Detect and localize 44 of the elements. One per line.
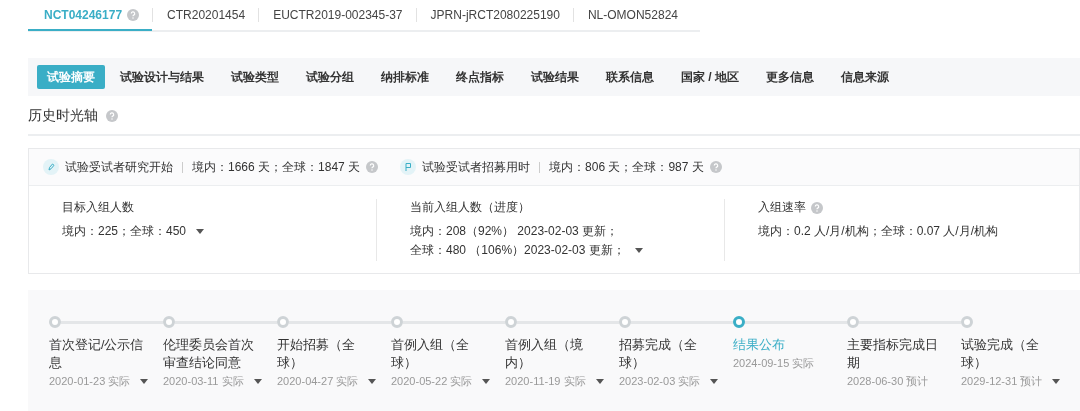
event-date: 2024-09-15 实际	[733, 356, 815, 371]
event-title: 试验完成（全球）	[961, 337, 1040, 372]
event-date: 2020-11-19 实际	[505, 374, 586, 389]
event-title: 首次登记/公示信息	[49, 337, 145, 372]
section-tab[interactable]: 纳排标准	[369, 65, 441, 89]
event-title: 结果公布	[733, 337, 786, 354]
event-date: 2020-05-22 实际	[391, 374, 473, 389]
section-tab[interactable]: 试验类型	[219, 65, 291, 89]
section-tab[interactable]: 信息来源	[829, 65, 901, 89]
metric-value: 境内：0.2 人/月/机构；全球：0.07 人/月/机构	[758, 223, 999, 240]
section-tab[interactable]: 试验设计与结果	[108, 65, 216, 89]
section-tab[interactable]: 试验分组	[294, 65, 366, 89]
registry-tab[interactable]: JPRN-jRCT2080225190	[416, 1, 573, 31]
duration-label: 试验受试者研究开始	[65, 158, 173, 176]
metric-value: 境内：225；全球：450	[62, 223, 187, 240]
event-date: 2020-03-11 实际	[163, 374, 244, 389]
event-date: 2029-12-31 预计	[961, 374, 1043, 389]
registry-tab[interactable]: EUCTR2019-002345-37	[259, 1, 416, 31]
registry-tab[interactable]: NL-OMON52824	[573, 1, 691, 31]
section-title: 历史时光轴	[28, 107, 98, 125]
event-title: 首例入组（全球）	[391, 337, 470, 372]
duration-label: 试验受试者招募用时	[422, 158, 531, 176]
section-tab[interactable]: 更多信息	[754, 65, 826, 89]
event-title: 主要指标完成日期	[847, 337, 939, 372]
metric-title: 目标入组人数	[62, 199, 134, 216]
section-tab[interactable]: 试验结果	[519, 65, 591, 89]
section-tab[interactable]: 国家 / 地区	[669, 65, 751, 89]
section-tab[interactable]: 联系信息	[594, 65, 666, 89]
duration-value: 境内：806 天；全球：987 天	[549, 158, 704, 176]
event-date: 2020-04-27 实际	[277, 374, 359, 389]
event-date: 2028-06-30 预计	[847, 374, 929, 389]
event-title: 伦理委员会首次审查结论同意	[163, 337, 255, 372]
metric-title: 入组速率	[758, 199, 806, 216]
event-title: 招募完成（全球）	[619, 337, 698, 372]
duration-value: 境内：1666 天；全球：1847 天	[192, 158, 361, 176]
event-title: 开始招募（全球）	[277, 337, 356, 372]
event-title: 首例入组（境内）	[505, 337, 584, 372]
event-date: 2023-02-03 实际	[619, 374, 701, 389]
metric-title: 当前入组人数（进度）	[410, 199, 530, 216]
registry-tab[interactable]: CTR20201454	[153, 1, 259, 31]
section-tab[interactable]: 终点指标	[444, 65, 516, 89]
metric-value: 境内：208（92%） 2023-02-03 更新；	[410, 223, 619, 240]
metric-value: 全球：480 （106%）2023-02-03 更新；	[410, 242, 625, 259]
event-date: 2020-01-23 实际	[49, 374, 131, 389]
